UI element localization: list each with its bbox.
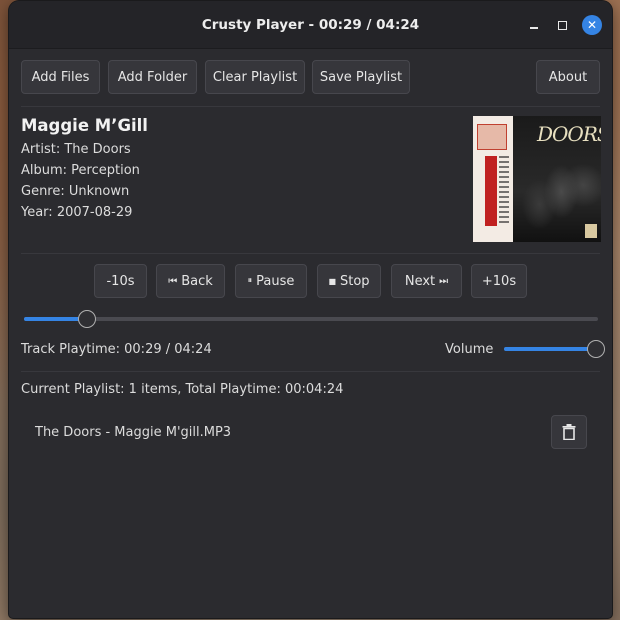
artist-label: Artist: xyxy=(21,142,65,157)
volume-label: Volume xyxy=(445,342,494,357)
genre-value: Unknown xyxy=(68,184,130,199)
forward-10s-button[interactable]: +10s xyxy=(471,264,527,298)
trash-icon xyxy=(562,424,576,440)
volume-handle[interactable] xyxy=(587,340,605,358)
stop-button[interactable]: ■ Stop xyxy=(317,264,381,298)
cover-logo: DOORS xyxy=(537,122,601,146)
next-label: Next xyxy=(404,273,436,289)
track-title: Maggie M’Gill xyxy=(21,116,148,135)
close-icon[interactable]: ✕ xyxy=(582,15,602,35)
app-window: Crusty Player - 00:29 / 04:24 ✕ Add File… xyxy=(9,1,612,618)
genre-label: Genre: xyxy=(21,184,69,199)
year-label: Year: xyxy=(21,205,57,220)
album-value: Perception xyxy=(71,163,140,178)
clear-playlist-button[interactable]: Clear Playlist xyxy=(205,60,305,94)
divider xyxy=(21,106,600,107)
playlist-item[interactable]: The Doors - Maggie M'gill.MP3 xyxy=(35,425,231,440)
volume-fill xyxy=(504,347,596,351)
artist-line: Artist: The Doors xyxy=(21,142,131,157)
back-button[interactable]: ⏮ Back xyxy=(156,264,225,298)
track-playtime: Track Playtime: 00:29 / 04:24 xyxy=(21,342,212,357)
rewind-10s-button[interactable]: -10s xyxy=(94,264,147,298)
delete-item-button[interactable] xyxy=(551,415,587,449)
year-value: 2007-08-29 xyxy=(56,205,133,220)
add-folder-button[interactable]: Add Folder xyxy=(108,60,197,94)
divider xyxy=(21,371,600,372)
next-button[interactable]: Next ⏭ xyxy=(391,264,462,298)
skip-back-icon: ⏮ xyxy=(168,275,178,287)
skip-forward-icon: ⏭ xyxy=(439,275,449,287)
titlebar: Crusty Player - 00:29 / 04:24 ✕ xyxy=(9,1,612,49)
forward-10s-label: +10s xyxy=(481,273,517,289)
progress-handle[interactable] xyxy=(78,310,97,328)
save-playlist-button[interactable]: Save Playlist xyxy=(312,60,410,94)
divider xyxy=(21,253,600,254)
pause-label: Pause xyxy=(256,273,295,289)
genre-line: Genre: Unknown xyxy=(21,184,129,199)
maximize-icon[interactable] xyxy=(552,15,572,35)
artist-value: The Doors xyxy=(64,142,131,157)
rewind-10s-label: -10s xyxy=(106,273,135,289)
progress-track[interactable] xyxy=(24,317,598,321)
pause-icon: ⏸ xyxy=(247,276,253,286)
about-button[interactable]: About xyxy=(536,60,600,94)
playlist-summary: Current Playlist: 1 items, Total Playtim… xyxy=(21,382,344,397)
stop-label: Stop xyxy=(340,273,370,289)
album-line: Album: Perception xyxy=(21,163,140,178)
back-label: Back xyxy=(181,273,213,289)
album-cover-image: DOORS xyxy=(473,116,601,242)
stop-icon: ■ xyxy=(328,276,336,286)
minimize-icon[interactable] xyxy=(524,15,544,35)
year-line: Year: 2007-08-29 xyxy=(21,205,132,220)
add-files-button[interactable]: Add Files xyxy=(21,60,100,94)
album-label: Album: xyxy=(21,163,72,178)
window-title: Crusty Player - 00:29 / 04:24 xyxy=(201,17,420,33)
pause-button[interactable]: ⏸ Pause xyxy=(235,264,307,298)
